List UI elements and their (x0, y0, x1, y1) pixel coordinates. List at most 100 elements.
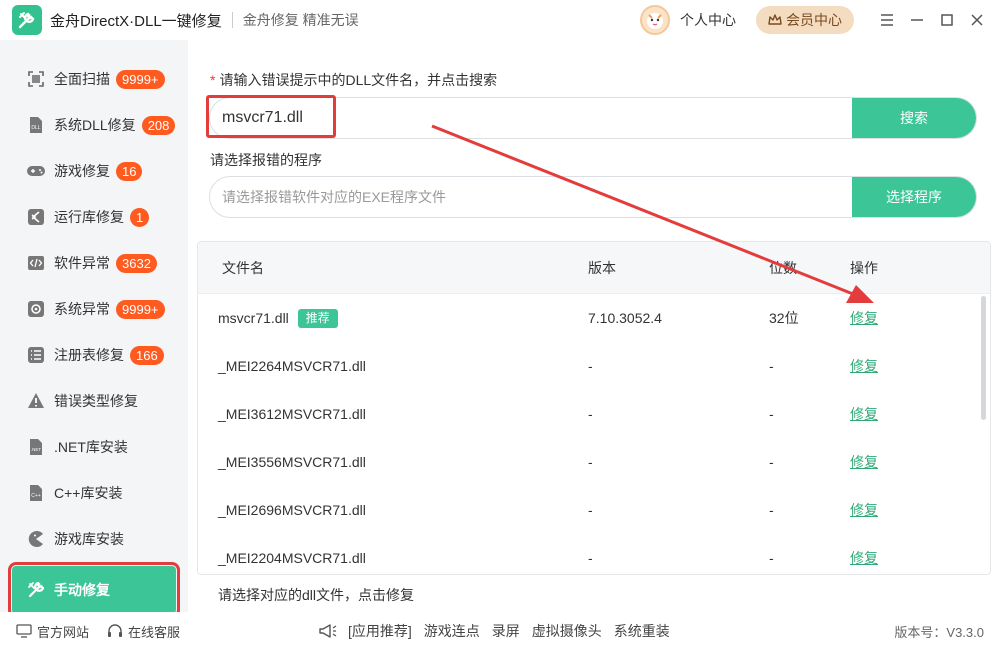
file-bits: - (769, 406, 774, 422)
sidebar-item-error-type-repair[interactable]: 错误类型修复 (0, 378, 188, 424)
menu-icon[interactable] (872, 0, 902, 40)
file-bits: - (769, 454, 774, 470)
title-bar: 金舟DirectX·DLL一键修复 金舟修复 精准无误 个人中心 会员中心 (0, 0, 1000, 40)
avatar[interactable] (640, 5, 670, 35)
file-bits: - (769, 550, 774, 566)
table-header: 文件名 版本 位数 操作 (198, 242, 990, 294)
cpp-icon: C++ (26, 483, 46, 503)
link-auto-clicker[interactable]: 游戏连点 (424, 621, 480, 641)
list-icon (26, 345, 46, 365)
app-recommend-links: [应用推荐] 游戏连点 录屏 虚拟摄像头 系统重装 (318, 612, 682, 650)
badge: 1 (130, 207, 150, 227)
program-select-row: 选择程序 (209, 176, 977, 218)
gamepad-icon (26, 161, 46, 181)
sidebar-item-software-error[interactable]: 软件异常 3632 (0, 240, 188, 286)
vip-center-button[interactable]: 会员中心 (756, 6, 854, 34)
header-version: 版本 (588, 259, 616, 276)
minimize-icon[interactable] (902, 0, 932, 40)
dll-search-input[interactable] (210, 98, 852, 138)
vip-center-label: 会员中心 (786, 12, 842, 28)
online-service-link[interactable]: 在线客服 (107, 622, 180, 641)
file-name: _MEI3556MSVCR71.dll (218, 454, 366, 470)
dll-search-label: * 请输入错误提示中的DLL文件名，并点击搜索 (210, 72, 498, 88)
select-program-button[interactable]: 选择程序 (852, 177, 976, 217)
file-version: 7.10.3052.4 (588, 310, 662, 326)
sidebar-item-registry-repair[interactable]: 注册表修复 166 (0, 332, 188, 378)
dotnet-icon: .NET (26, 437, 46, 457)
repair-hint: 请选择对应的dll文件，点击修复 (218, 587, 415, 603)
vs-icon (26, 207, 46, 227)
sidebar-item-dotnet-install[interactable]: .NET .NET库安装 (0, 424, 188, 470)
sidebar-item-game-repair[interactable]: 游戏修复 16 (0, 148, 188, 194)
title-separator (231, 12, 233, 28)
badge: 9999+ (116, 69, 165, 89)
table-row: msvcr71.dll 推荐 7.10.3052.4 32位 修复 (198, 294, 990, 342)
file-name: _MEI2204MSVCR71.dll (218, 550, 366, 566)
app-logo-icon (12, 5, 42, 35)
sidebar-item-system-dll[interactable]: DLL 系统DLL修复 208 (0, 102, 188, 148)
header-operation: 操作 (850, 259, 878, 276)
sidebar-item-system-error[interactable]: 系统异常 9999+ (0, 286, 188, 332)
link-virtual-camera[interactable]: 虚拟摄像头 (532, 621, 602, 641)
table-row: _MEI3612MSVCR71.dll - - 修复 (198, 390, 990, 438)
table-row: _MEI2264MSVCR71.dll - - 修复 (198, 342, 990, 390)
file-version: - (588, 406, 593, 422)
table-row: _MEI2696MSVCR71.dll - - 修复 (198, 486, 990, 534)
file-bits: - (769, 358, 774, 374)
svg-text:.NET: .NET (31, 447, 42, 452)
badge: 9999+ (116, 299, 165, 319)
repair-link[interactable]: 修复 (850, 550, 878, 566)
repair-link[interactable]: 修复 (850, 454, 878, 470)
repair-link[interactable]: 修复 (850, 502, 878, 518)
scan-icon (26, 69, 46, 89)
file-name: _MEI2696MSVCR71.dll (218, 502, 366, 518)
sidebar-item-full-scan[interactable]: 全面扫描 9999+ (0, 56, 188, 102)
repair-link[interactable]: 修复 (850, 310, 878, 326)
pacman-icon (26, 529, 46, 549)
badge: 208 (141, 115, 176, 135)
main-panel: *请输入错误提示中的DLL文件名，并点击搜索 搜索 请选择报错的程序 选择程序 … (188, 40, 1000, 612)
file-version: - (588, 550, 593, 566)
tools-icon (26, 580, 46, 600)
file-name: _MEI3612MSVCR71.dll (218, 406, 366, 422)
table-row: _MEI3556MSVCR71.dll - - 修复 (198, 438, 990, 486)
repair-link[interactable]: 修复 (850, 406, 878, 422)
megaphone-icon (318, 622, 338, 640)
version-label: 版本号：V3.3.0 (894, 624, 984, 640)
header-bits: 位数 (769, 259, 797, 276)
dll-icon: DLL (26, 115, 46, 135)
file-name: _MEI2264MSVCR71.dll (218, 358, 366, 374)
program-path-input[interactable] (210, 177, 852, 217)
file-name: msvcr71.dll (218, 310, 289, 326)
repair-link[interactable]: 修复 (850, 358, 878, 374)
badge: 16 (116, 161, 143, 181)
official-website-link[interactable]: 官方网站 (16, 622, 89, 641)
app-slogan: 金舟修复 精准无误 (242, 12, 359, 28)
gear-icon (26, 299, 46, 319)
footer: 官方网站 在线客服 [应用推荐] 游戏连点 录屏 虚拟摄像头 系统重装 版本号：… (0, 612, 1000, 650)
app-recommend-label: [应用推荐] (348, 623, 412, 639)
monitor-icon (16, 624, 32, 638)
sidebar-item-runtime-repair[interactable]: 运行库修复 1 (0, 194, 188, 240)
close-icon[interactable] (962, 0, 992, 40)
app-title: 金舟DirectX·DLL一键修复 (50, 12, 222, 30)
badge: 3632 (116, 253, 157, 273)
file-bits: 32位 (769, 310, 799, 326)
personal-center-link[interactable]: 个人中心 (680, 10, 736, 30)
file-version: - (588, 502, 593, 518)
svg-text:DLL: DLL (31, 125, 40, 131)
file-bits: - (769, 502, 774, 518)
crown-icon (768, 13, 782, 27)
maximize-icon[interactable] (932, 0, 962, 40)
sidebar-item-manual-repair[interactable]: 手动修复 (8, 562, 180, 618)
sidebar-item-game-lib-install[interactable]: 游戏库安装 (0, 516, 188, 562)
table-scrollbar[interactable] (981, 296, 986, 420)
dll-search-row: 搜索 (209, 97, 977, 139)
search-button[interactable]: 搜索 (852, 98, 976, 138)
headset-icon (107, 623, 123, 639)
required-mark: * (210, 72, 216, 88)
sidebar-item-cpp-install[interactable]: C++ C++库安装 (0, 470, 188, 516)
link-screen-recorder[interactable]: 录屏 (492, 621, 520, 641)
link-system-reinstall[interactable]: 系统重装 (614, 621, 670, 641)
warning-icon (26, 391, 46, 411)
